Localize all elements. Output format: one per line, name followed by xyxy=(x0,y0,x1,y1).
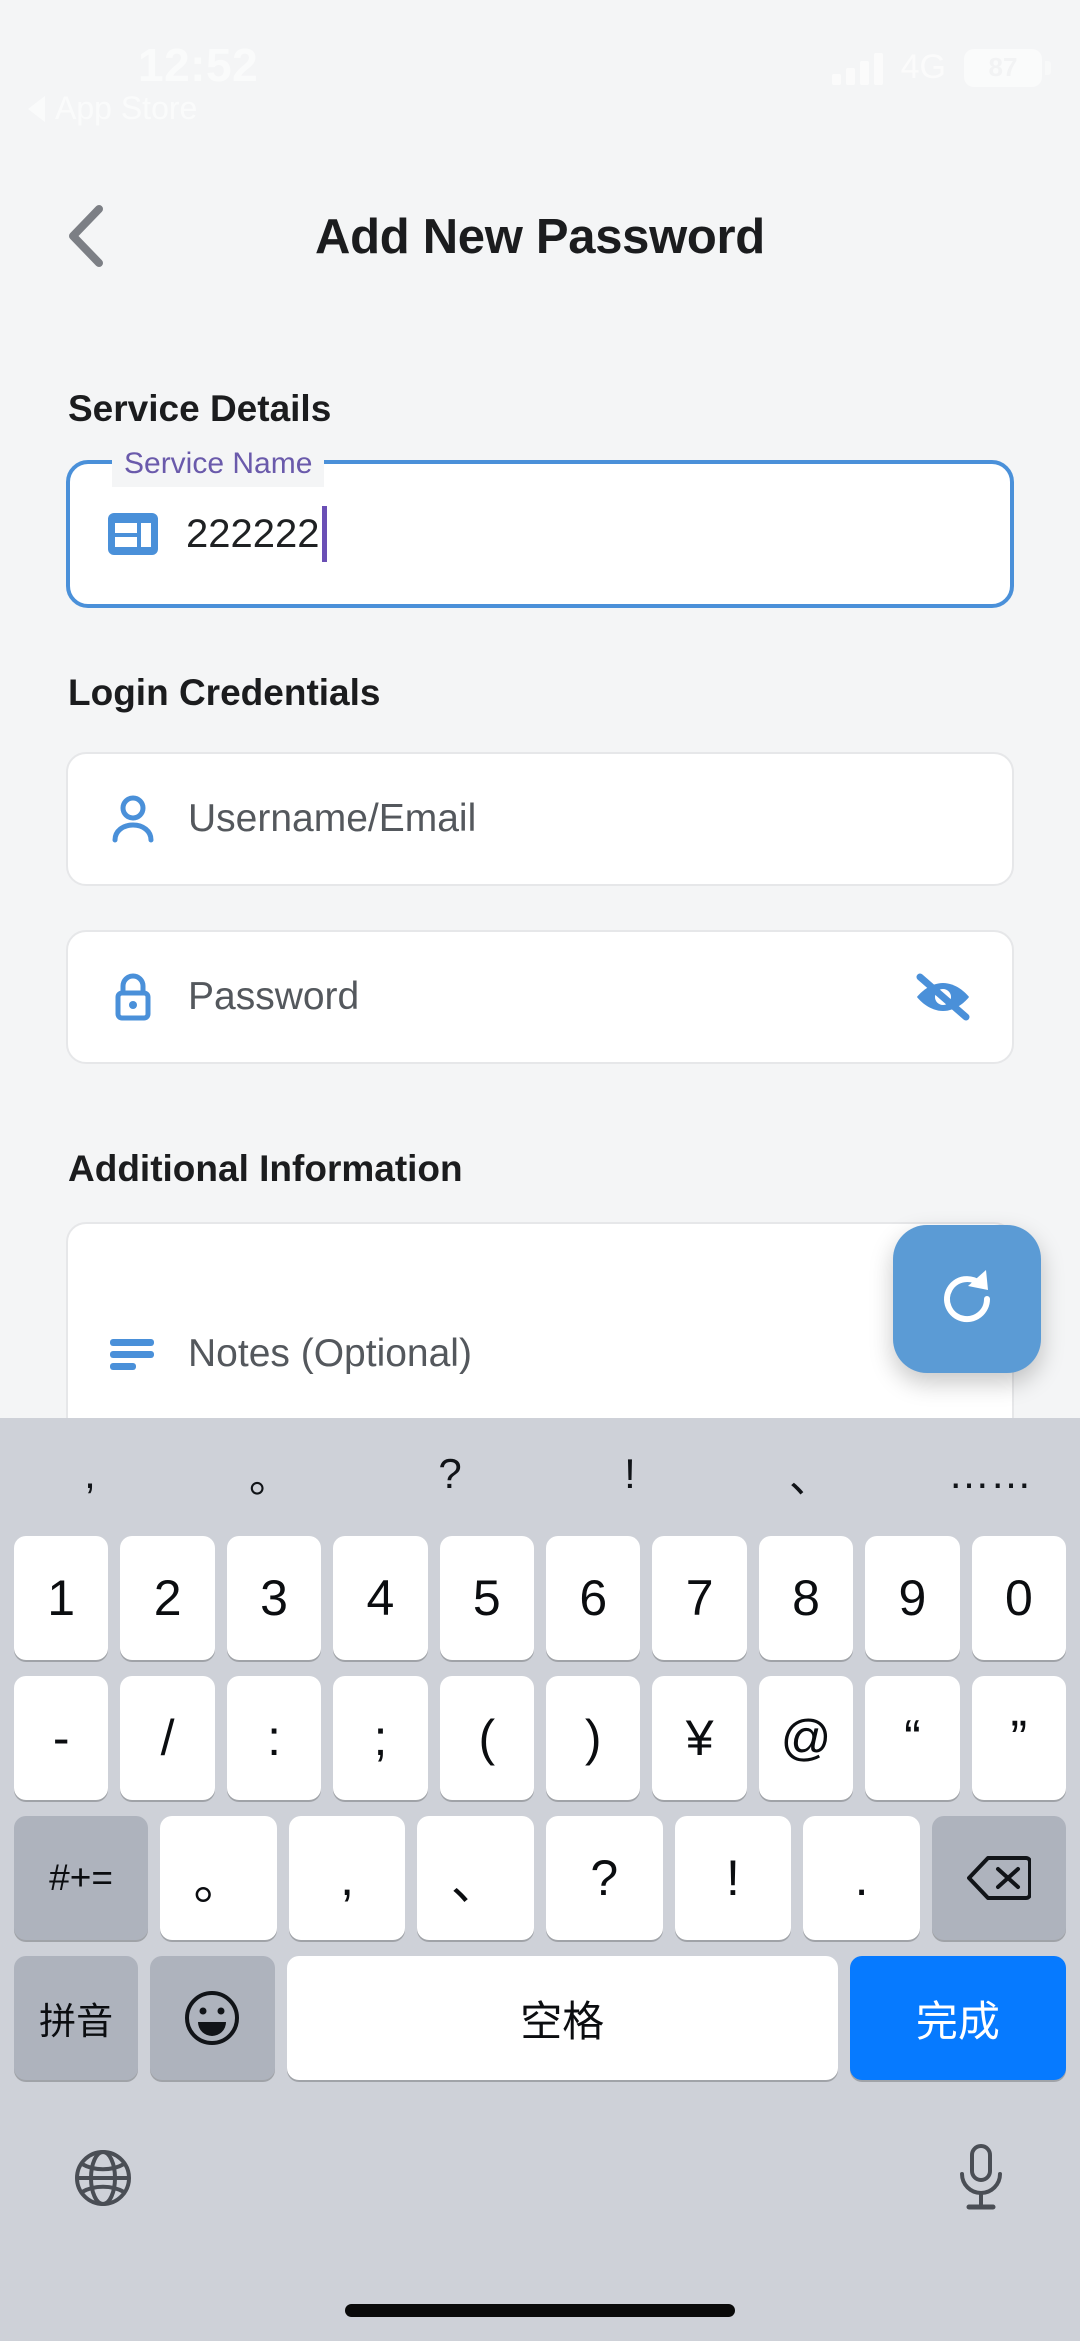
key-hyphen[interactable]: - xyxy=(14,1676,109,1800)
toggle-password-visibility-button[interactable] xyxy=(908,962,978,1032)
key-done[interactable]: 完成 xyxy=(849,1956,1066,2080)
key-2[interactable]: 2 xyxy=(120,1536,215,1660)
notes-lines-icon xyxy=(102,1337,164,1371)
keyboard-bottom-row: 拼音 空格 完成 xyxy=(0,1950,1080,2086)
punct-key-ellipsis[interactable]: …… xyxy=(900,1418,1080,1530)
key-comma[interactable]: , xyxy=(288,1816,406,1940)
key-5[interactable]: 5 xyxy=(439,1536,535,1660)
key-yen[interactable]: ¥ xyxy=(652,1676,747,1800)
lock-icon xyxy=(102,971,164,1023)
key-4[interactable]: 4 xyxy=(333,1536,428,1660)
back-button[interactable] xyxy=(48,198,124,274)
punct-key-ideographic-comma[interactable]: 、 xyxy=(720,1418,900,1530)
generate-password-button[interactable] xyxy=(893,1225,1041,1373)
signal-bars-icon xyxy=(831,51,883,85)
return-to-app-store-button[interactable]: App Store xyxy=(28,90,197,127)
emoji-smiley-icon xyxy=(185,1991,240,2045)
key-colon[interactable]: : xyxy=(226,1676,322,1800)
username-field[interactable]: Username/Email xyxy=(66,752,1014,886)
password-placeholder: Password xyxy=(188,975,360,1018)
key-7[interactable]: 7 xyxy=(652,1536,747,1660)
key-3[interactable]: 3 xyxy=(226,1536,322,1660)
key-period[interactable]: . xyxy=(803,1816,920,1940)
section-heading-additional-information: Additional Information xyxy=(68,1148,463,1189)
status-time: 12:52 xyxy=(138,39,259,91)
service-name-value-wrapper: 222222 xyxy=(186,506,328,562)
service-name-value: 222222 xyxy=(186,511,320,556)
key-exclaim[interactable]: ! xyxy=(674,1816,792,1940)
microphone-icon xyxy=(960,2143,1002,2209)
service-name-label: Service Name xyxy=(112,441,325,487)
key-dictation[interactable] xyxy=(954,2143,1008,2218)
onscreen-keyboard: , 。 ? ! 、 …… 1 2 3 4 5 6 7 8 9 0 - / : ;… xyxy=(0,1418,1080,2341)
section-heading-service-details: Service Details xyxy=(68,388,332,429)
navigation-bar: Add New Password xyxy=(0,178,1080,296)
punct-key-exclaim[interactable]: ! xyxy=(540,1418,720,1530)
section-heading-login-credentials: Login Credentials xyxy=(68,672,381,713)
keyboard-number-row: 1 2 3 4 5 6 7 8 9 0 xyxy=(0,1530,1080,1666)
key-globe[interactable] xyxy=(72,2147,134,2214)
password-field[interactable]: Password xyxy=(66,930,1014,1064)
notes-placeholder: Notes (Optional) xyxy=(188,1332,472,1375)
notes-row: Notes (Optional) xyxy=(102,1332,472,1376)
key-ideographic-comma[interactable]: 、 xyxy=(417,1816,534,1940)
key-1[interactable]: 1 xyxy=(14,1536,109,1660)
key-switch-to-pinyin[interactable]: 拼音 xyxy=(14,1956,139,2080)
home-indicator[interactable] xyxy=(345,2304,735,2317)
key-paren-close[interactable]: ) xyxy=(546,1676,641,1800)
punct-key-comma[interactable]: , xyxy=(0,1418,180,1530)
key-ideographic-period[interactable]: 。 xyxy=(160,1816,277,1940)
network-type-label: 4G xyxy=(900,48,946,86)
page-title: Add New Password xyxy=(315,210,765,264)
battery-indicator: 87 xyxy=(964,48,1051,87)
web-asset-icon xyxy=(102,512,164,556)
refresh-icon xyxy=(944,1270,991,1323)
key-semicolon[interactable]: ; xyxy=(333,1676,428,1800)
key-backspace[interactable] xyxy=(931,1816,1066,1940)
key-6[interactable]: 6 xyxy=(546,1536,641,1660)
app-screen: 12:52 App Store 4G 87 Add New Password S… xyxy=(0,0,1080,2341)
service-name-field[interactable]: Service Name 222222 xyxy=(66,441,1014,608)
chevron-left-icon xyxy=(69,205,103,267)
punct-key-period[interactable]: 。 xyxy=(180,1418,360,1530)
globe-icon xyxy=(75,2149,131,2206)
key-quote-open[interactable]: “ xyxy=(865,1676,960,1800)
key-emoji[interactable] xyxy=(150,1956,275,2080)
key-8[interactable]: 8 xyxy=(758,1536,854,1660)
keyboard-symbol-row: - / : ; ( ) ¥ @ “ ” xyxy=(0,1670,1080,1806)
status-right-cluster: 4G 87 xyxy=(831,48,1051,87)
back-app-label: App Store xyxy=(55,90,198,126)
back-triangle-icon xyxy=(28,95,45,122)
keyboard-utility-bar xyxy=(0,2090,1080,2270)
key-space[interactable]: 空格 xyxy=(286,1956,838,2080)
status-bar: 12:52 App Store 4G 87 xyxy=(0,0,1080,130)
punct-key-question[interactable]: ? xyxy=(360,1418,540,1530)
key-0[interactable]: 0 xyxy=(971,1536,1067,1660)
key-quote-close[interactable]: ” xyxy=(971,1676,1067,1800)
key-slash[interactable]: / xyxy=(120,1676,215,1800)
key-more-symbols[interactable]: #+= xyxy=(14,1816,149,1940)
key-paren-open[interactable]: ( xyxy=(439,1676,535,1800)
eye-off-icon xyxy=(916,973,970,1021)
person-icon xyxy=(102,794,164,844)
keyboard-punctuation-row: , 。 ? ! 、 …… xyxy=(0,1418,1080,1530)
keyboard-third-row: #+= 。 , 、 ? ! . xyxy=(0,1810,1080,1946)
key-at[interactable]: @ xyxy=(758,1676,854,1800)
username-placeholder: Username/Email xyxy=(188,797,477,840)
backspace-icon xyxy=(966,1856,1031,1900)
key-9[interactable]: 9 xyxy=(865,1536,960,1660)
text-cursor xyxy=(322,506,328,562)
key-question[interactable]: ? xyxy=(546,1816,663,1940)
